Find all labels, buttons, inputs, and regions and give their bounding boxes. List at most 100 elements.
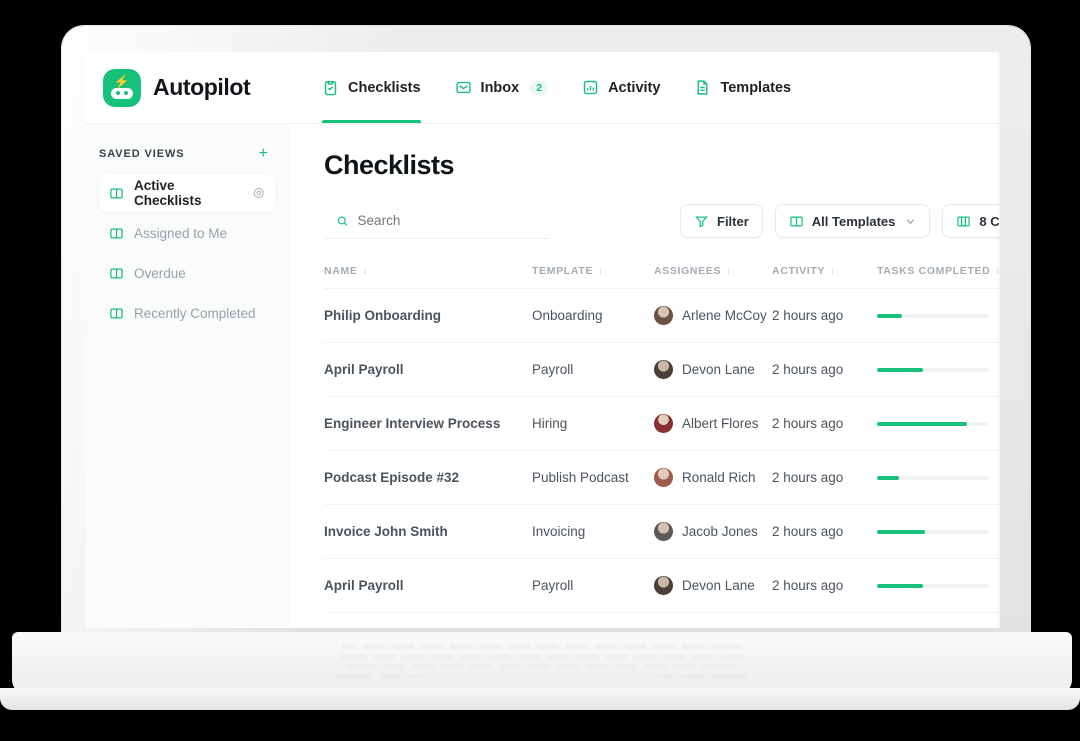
keyboard-key xyxy=(373,654,395,659)
filter-button[interactable]: Filter xyxy=(680,204,763,238)
sidebar-item-overdue[interactable]: Overdue xyxy=(99,254,276,292)
table-row[interactable]: Engineer Interview ProcessHiring Albert F… xyxy=(324,397,1000,451)
progress-bar-fill xyxy=(877,422,967,426)
cell-activity: 2 hours ago xyxy=(772,397,877,451)
keyboard-key xyxy=(653,644,675,649)
assignee-name: Albert Flores xyxy=(682,416,759,431)
assignee-name: Arlene McCoy xyxy=(682,308,767,323)
columns-dropdown[interactable]: 8 Columns xyxy=(942,204,1000,238)
col-header-tasks-completed[interactable]: TASKS COMPLETED↕ xyxy=(877,255,1000,289)
cell-activity: 2 hours ago xyxy=(772,613,877,629)
document-icon xyxy=(694,79,711,96)
autopilot-bot-logo-icon: ⚡ xyxy=(103,69,141,107)
progress-bar xyxy=(877,422,989,426)
col-header-name-label: NAME xyxy=(324,265,358,277)
top-bar: ⚡ Autopilot Checklists xyxy=(85,52,1000,124)
clipboard-check-icon xyxy=(322,79,339,96)
app-window: ⚡ Autopilot Checklists xyxy=(85,52,1000,628)
sidebar-item-label: Overdue xyxy=(134,266,186,281)
cell-activity: 2 hours ago xyxy=(772,559,877,613)
assignee-name: Ronald Rich xyxy=(682,470,756,485)
progress-bar-fill xyxy=(877,314,902,318)
col-header-template-label: TEMPLATE xyxy=(532,265,593,277)
laptop-keyboard xyxy=(96,644,986,678)
cell-name: Invoice John Smith xyxy=(324,505,532,559)
keyboard-key xyxy=(346,664,376,669)
toolbar: Filter All Templates xyxy=(324,203,1000,239)
gear-icon[interactable] xyxy=(252,186,266,200)
sort-updown-icon: ↕ xyxy=(363,266,368,276)
avatar xyxy=(654,522,673,541)
all-templates-label: All Templates xyxy=(812,214,896,229)
keyboard-key xyxy=(710,674,748,679)
search-input[interactable] xyxy=(358,213,543,228)
tab-inbox[interactable]: Inbox 2 xyxy=(455,52,549,123)
tab-checklists[interactable]: Checklists xyxy=(322,52,421,123)
funnel-icon xyxy=(694,214,709,229)
progress-bar-fill xyxy=(877,530,925,534)
brand: ⚡ Autopilot xyxy=(103,69,308,107)
col-header-activity[interactable]: ACTIVITY↕ xyxy=(772,255,877,289)
laptop-base-lip xyxy=(0,688,1080,710)
tab-templates-label: Templates xyxy=(720,80,791,96)
col-header-activity-label: ACTIVITY xyxy=(772,265,825,277)
cell-template: Onboarding xyxy=(532,289,654,343)
sidebar-item-recently-completed[interactable]: Recently Completed xyxy=(99,294,276,332)
table-row[interactable]: Podcast Episode #32Publish PodcastRonald… xyxy=(324,451,1000,505)
main-content: Checklists xyxy=(290,124,1000,628)
col-header-name[interactable]: NAME ↕ xyxy=(324,255,532,289)
bot-face xyxy=(111,88,133,99)
keyboard-key xyxy=(412,664,434,669)
keyboard-key xyxy=(335,674,373,679)
cell-tasks-completed xyxy=(877,613,1000,629)
search-input-wrap[interactable] xyxy=(324,203,549,239)
progress-bar xyxy=(877,368,989,372)
keyboard-key xyxy=(663,654,685,659)
col-header-assignees[interactable]: ASSIGNEES↕ xyxy=(654,255,772,289)
top-nav: Checklists Inbox 2 Activity xyxy=(322,52,791,123)
columns-icon xyxy=(789,214,804,229)
saved-views-title: SAVED VIEWS xyxy=(99,148,185,160)
table-header-row: NAME ↕ TEMPLATE↕ ASSIGNEES↕ ACTIVITY↕ TAS… xyxy=(324,255,1000,289)
cell-template: Payroll xyxy=(532,559,654,613)
cell-template: Hiring xyxy=(532,397,654,451)
inbox-badge: 2 xyxy=(530,81,548,95)
progress-bar xyxy=(877,476,989,480)
grid-columns-icon xyxy=(956,214,971,229)
keyboard-key xyxy=(499,664,521,669)
keyboard-key xyxy=(431,654,453,659)
keyboard-key xyxy=(711,644,741,649)
sidebar-item-assigned-to-me[interactable]: Assigned to Me xyxy=(99,214,276,252)
table-row[interactable]: April PayrollPayroll Devon Lane 2 hours ag… xyxy=(324,559,1000,613)
keyboard-key xyxy=(380,674,402,679)
all-templates-dropdown[interactable]: All Templates xyxy=(775,204,931,238)
keyboard-key xyxy=(634,654,656,659)
keyboard-key xyxy=(421,644,443,649)
table-row[interactable]: Engineer Interview ProcessHiringAlbert F… xyxy=(324,613,1000,629)
bar-chart-icon xyxy=(582,79,599,96)
plus-icon[interactable]: + xyxy=(259,146,268,162)
keyboard-key xyxy=(605,654,627,659)
assignee-name: Devon Lane xyxy=(682,578,755,593)
cell-name: Engineer Interview Process xyxy=(324,397,532,451)
cell-tasks-completed xyxy=(877,505,1000,559)
progress-bar-fill xyxy=(877,584,923,588)
tab-templates[interactable]: Templates xyxy=(694,52,791,123)
table-row[interactable]: April PayrollPayrollDevon Lane2 hours ag… xyxy=(324,343,1000,397)
cell-template: Invoicing xyxy=(532,505,654,559)
table-row[interactable]: Invoice John SmithInvoicingJacob Jones2 … xyxy=(324,505,1000,559)
cell-name: April Payroll xyxy=(324,559,532,613)
cell-assignee: Jacob Jones xyxy=(654,505,772,559)
tab-activity[interactable]: Activity xyxy=(582,52,660,123)
avatar xyxy=(654,576,673,595)
sidebar-item-active-checklists[interactable]: Active Checklists xyxy=(99,174,276,212)
keyboard-key xyxy=(692,654,714,659)
avatar xyxy=(654,414,673,433)
table-row[interactable]: Philip OnboardingOnboardingArlene McCoy2… xyxy=(324,289,1000,343)
avatar xyxy=(654,306,673,325)
cell-activity: 2 hours ago xyxy=(772,505,877,559)
col-header-template[interactable]: TEMPLATE↕ xyxy=(532,255,654,289)
cell-tasks-completed xyxy=(877,559,1000,613)
keyboard-key xyxy=(721,654,743,659)
avatar xyxy=(654,360,673,379)
